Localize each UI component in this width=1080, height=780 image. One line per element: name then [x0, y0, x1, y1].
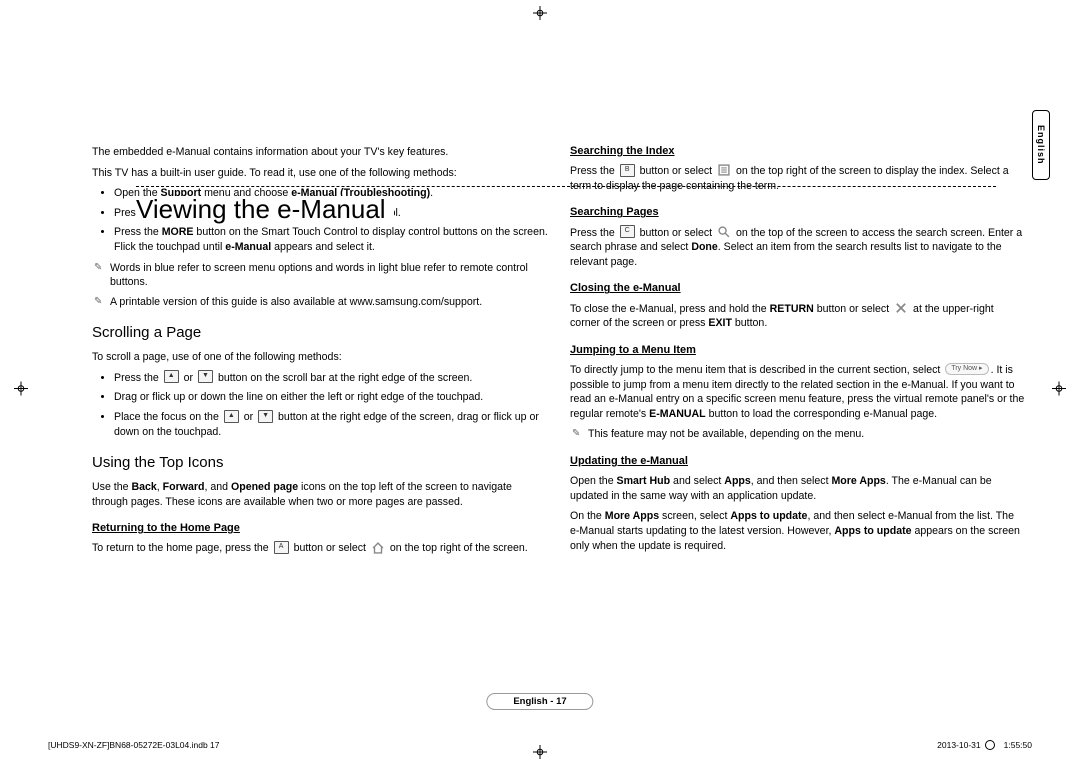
try-now-icon: Try Now ▸: [945, 363, 988, 375]
page: English Viewing the e-Manual The embedde…: [0, 0, 1080, 780]
list-item: Drag or flick up or down the line on eit…: [114, 390, 548, 405]
page-title: Viewing the e-Manual: [136, 196, 394, 222]
index-p: Press the B button or select on the top …: [570, 164, 1026, 193]
return-p: To return to the home page, press the A …: [92, 541, 548, 556]
updating-p2: On the More Apps screen, select Apps to …: [570, 509, 1026, 553]
print-meta-right: 2013-10-31 1:55:50: [937, 740, 1032, 750]
top-icons-p: Use the Back, Forward, and Opened page i…: [92, 480, 548, 509]
title-area: Viewing the e-Manual: [44, 96, 1036, 138]
close-icon: [894, 301, 908, 315]
crop-mark-top: [533, 6, 547, 23]
index-icon: [717, 163, 731, 177]
print-meta-left: [UHDS9-XN-ZF]BN68-05272E-03L04.indb 17: [48, 740, 220, 750]
home-icon: [371, 541, 385, 555]
down-arrow-icon: ▼: [198, 370, 213, 383]
heading-search-index: Searching the Index: [570, 144, 1026, 159]
heading-closing: Closing the e-Manual: [570, 281, 1026, 296]
scroll-intro: To scroll a page, use of one of the foll…: [92, 350, 548, 365]
up-arrow-icon: ▲: [224, 410, 239, 423]
remote-a-button-icon: A: [274, 541, 289, 554]
right-column: Searching the Index Press the B button o…: [570, 142, 1026, 562]
search-pages-p: Press the C button or select on the top …: [570, 226, 1026, 270]
clock-icon: [985, 740, 995, 750]
intro-2: This TV has a built-in user guide. To re…: [92, 166, 548, 181]
note-item: This feature may not be available, depen…: [570, 427, 1026, 442]
heading-search-pages: Searching Pages: [570, 205, 1026, 220]
heading-top-icons: Using the Top Icons: [92, 453, 548, 474]
closing-p: To close the e-Manual, press and hold th…: [570, 302, 1026, 331]
crop-mark-bottom: [533, 745, 547, 762]
up-arrow-icon: ▲: [164, 370, 179, 383]
list-item: Press the ▲ or ▼ button on the scroll ba…: [114, 371, 548, 386]
heading-scrolling: Scrolling a Page: [92, 323, 548, 344]
down-arrow-icon: ▼: [258, 410, 273, 423]
heading-updating: Updating the e-Manual: [570, 454, 1026, 469]
intro-1: The embedded e-Manual contains informati…: [92, 145, 548, 160]
remote-c-button-icon: C: [620, 225, 635, 238]
page-footer: English - 17: [486, 693, 593, 710]
search-icon: [717, 225, 731, 239]
heading-jumping: Jumping to a Menu Item: [570, 343, 1026, 358]
jumping-p: To directly jump to the menu item that i…: [570, 363, 1026, 421]
list-item: Press the MORE button on the Smart Touch…: [114, 225, 548, 254]
note-item: Words in blue refer to screen menu optio…: [92, 261, 548, 290]
crop-mark-left: [14, 382, 28, 399]
note-item: A printable version of this guide is als…: [92, 295, 548, 310]
remote-b-button-icon: B: [620, 164, 635, 177]
list-item: Place the focus on the ▲ or ▼ button at …: [114, 410, 548, 439]
crop-mark-right: [1052, 382, 1066, 399]
heading-return-home: Returning to the Home Page: [92, 521, 548, 536]
updating-p1: Open the Smart Hub and select Apps, and …: [570, 474, 1026, 503]
